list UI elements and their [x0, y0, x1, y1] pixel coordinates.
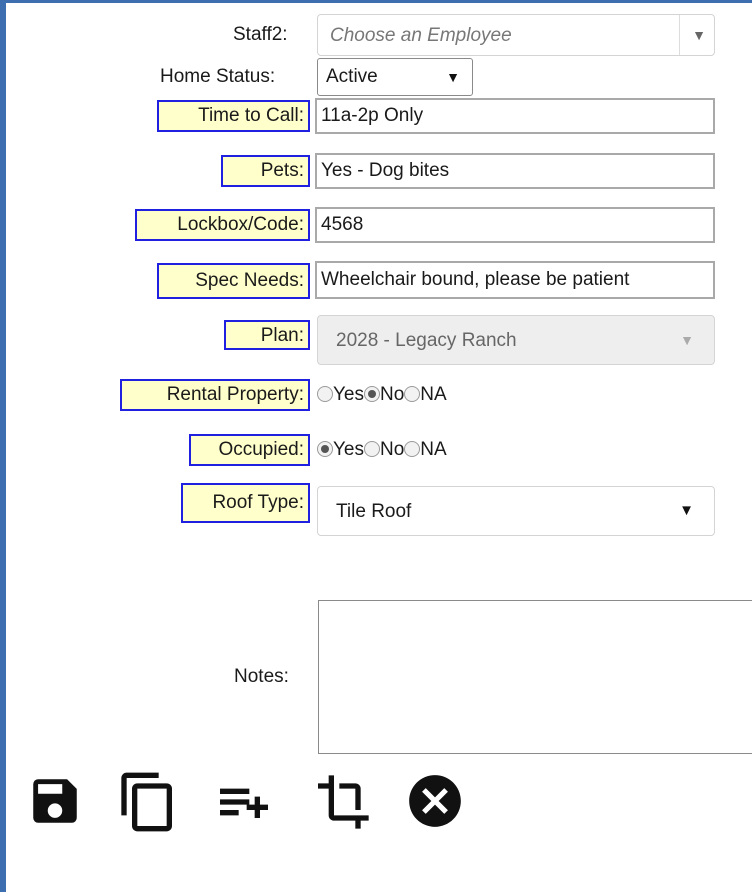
occupied-na-label: NA — [420, 439, 447, 460]
plan-select[interactable]: 2028 - Legacy Ranch ▼ — [317, 315, 715, 365]
roof-type-value: Tile Roof — [336, 501, 412, 522]
pets-label: Pets: — [221, 155, 310, 187]
occupied-yes-label: Yes — [333, 439, 364, 460]
rental-no-radio[interactable] — [364, 386, 380, 402]
staff2-label: Staff2: — [233, 24, 288, 45]
rental-no-label: No — [380, 384, 405, 405]
home-status-select[interactable]: Active ▼ — [317, 58, 473, 96]
copy-icon[interactable] — [116, 770, 180, 834]
lockbox-input[interactable]: 4568 — [315, 207, 715, 243]
roof-type-select[interactable]: Tile Roof ▼ — [317, 486, 715, 536]
spec-needs-label: Spec Needs: — [157, 263, 310, 299]
rental-na-radio[interactable] — [404, 386, 421, 402]
lockbox-label: Lockbox/Code: — [135, 209, 310, 241]
occupied-na-radio[interactable] — [404, 441, 421, 457]
notes-textarea[interactable] — [318, 600, 752, 754]
add-to-list-icon[interactable] — [212, 770, 276, 834]
rental-yes-label: Yes — [333, 384, 364, 405]
occupied-no-radio[interactable] — [364, 441, 380, 457]
cancel-icon[interactable] — [404, 770, 466, 832]
staff2-select[interactable]: Choose an Employee ▼ — [317, 14, 715, 56]
crop-icon[interactable] — [310, 770, 374, 834]
occupied-label: Occupied: — [189, 434, 310, 466]
chevron-down-icon: ▼ — [679, 15, 706, 55]
plan-label: Plan: — [224, 320, 310, 350]
time-to-call-label: Time to Call: — [157, 100, 310, 132]
occupied-no-label: No — [380, 439, 405, 460]
home-status-label: Home Status: — [160, 66, 276, 87]
rental-na-label: NA — [420, 384, 447, 405]
rental-yes-radio[interactable] — [317, 386, 333, 402]
spec-needs-input[interactable]: Wheelchair bound, please be patient — [315, 261, 715, 299]
rental-property-label: Rental Property: — [120, 379, 310, 411]
chevron-down-icon: ▼ — [679, 502, 694, 519]
home-status-value: Active — [326, 66, 378, 87]
time-to-call-input[interactable]: 11a-2p Only — [315, 98, 715, 134]
pets-input[interactable]: Yes - Dog bites — [315, 153, 715, 189]
staff2-placeholder: Choose an Employee — [330, 25, 512, 46]
roof-type-label: Roof Type: — [181, 483, 310, 523]
plan-value: 2028 - Legacy Ranch — [336, 330, 517, 351]
save-icon[interactable] — [26, 770, 84, 832]
chevron-down-icon: ▼ — [680, 332, 694, 348]
occupied-radio-group: Yes No NA — [317, 438, 447, 462]
chevron-down-icon: ▼ — [446, 69, 460, 85]
rental-property-radio-group: Yes No NA — [317, 383, 447, 407]
notes-label: Notes: — [234, 666, 289, 687]
occupied-yes-radio[interactable] — [317, 441, 333, 457]
